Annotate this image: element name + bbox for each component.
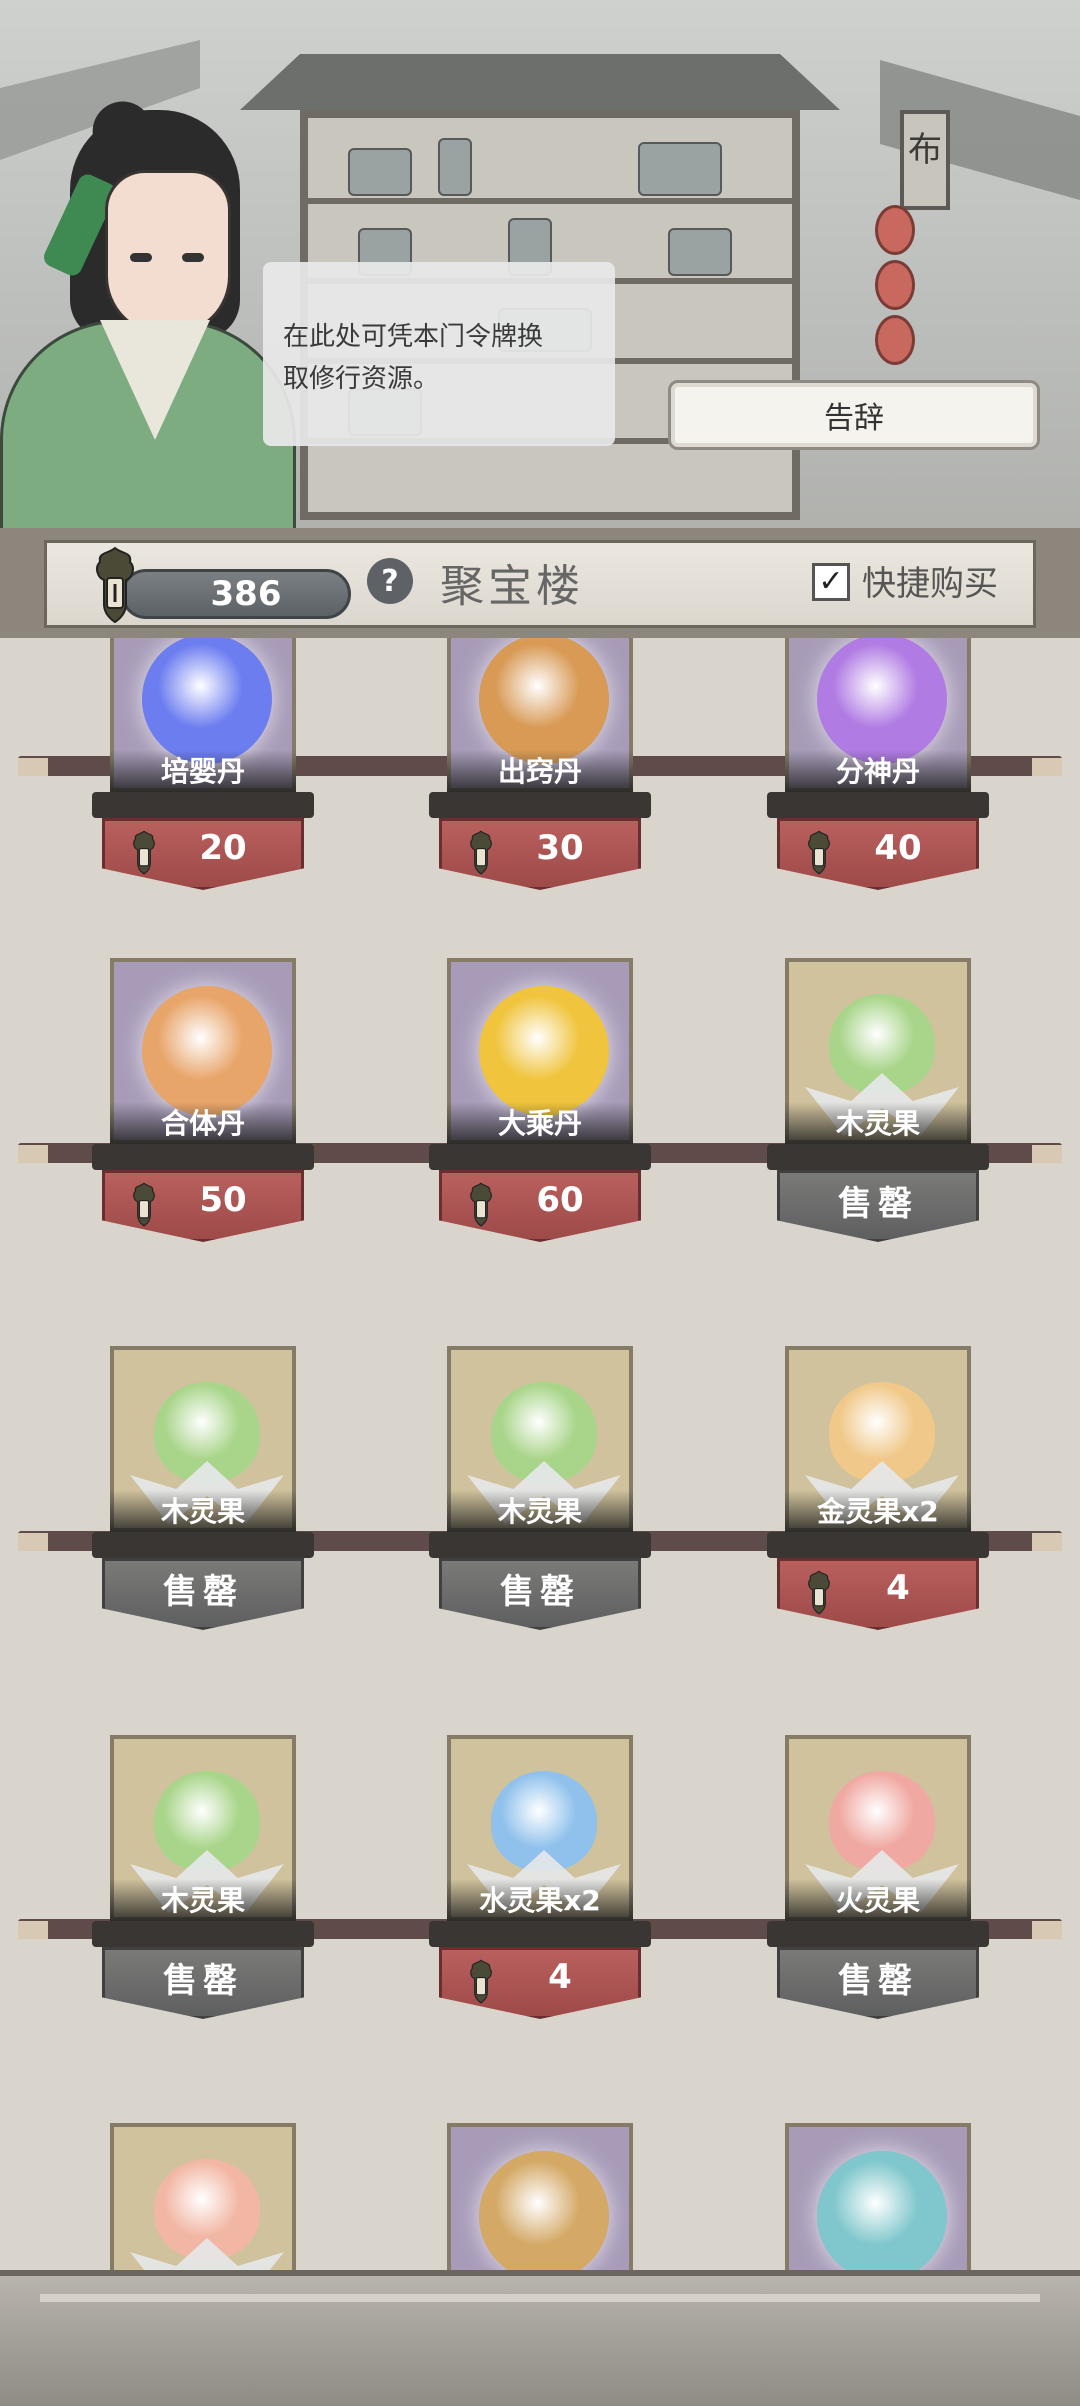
item-name: 木灵果: [110, 1490, 296, 1532]
item-name: 合体丹: [110, 1102, 296, 1144]
item-tray: [92, 1532, 314, 1558]
sold-out-text: 售罄: [838, 1960, 918, 2001]
item-name: 火灵果: [785, 1879, 971, 1921]
price-value: 40: [874, 828, 922, 868]
elixir-pill-icon: [447, 2123, 633, 2270]
quick-buy-checkbox[interactable]: ✓: [812, 563, 850, 601]
shop-item[interactable]: [733, 2123, 1033, 2270]
shop-item[interactable]: 大乘丹 60: [395, 958, 695, 1288]
item-name: 木灵果: [785, 1102, 971, 1144]
shop-item[interactable]: 木灵果 售罄: [58, 1735, 358, 2065]
shelf-end: [1032, 1533, 1062, 1551]
shelf-end: [1032, 1921, 1062, 1939]
shop-item[interactable]: 水灵果x2 4: [395, 1735, 695, 2065]
bottom-frame: [0, 2270, 1080, 2406]
lantern-icon: [875, 315, 915, 365]
sold-out-label: 售罄: [777, 1170, 979, 1242]
dialog-text-line1: 在此处可凭本门令牌换: [283, 322, 544, 352]
item-tray: [92, 792, 314, 818]
item-tray: [429, 1144, 651, 1170]
item-tray: [429, 792, 651, 818]
leave-button[interactable]: 告辞: [668, 380, 1040, 450]
item-name: 金灵果x2: [785, 1490, 971, 1532]
item-tray: [92, 1921, 314, 1947]
item-tray: [92, 1144, 314, 1170]
help-icon[interactable]: ?: [367, 558, 413, 604]
price-value: 20: [199, 828, 247, 868]
shop-item[interactable]: 分神丹 40: [733, 638, 1033, 936]
npc-dialog-bubble: 在此处可凭本门令牌换 取修行资源。: [263, 262, 615, 446]
quick-buy-label: 快捷购买: [862, 564, 998, 604]
shelf-end: [18, 758, 48, 776]
item-tray: [767, 1144, 989, 1170]
token-balance: 386: [121, 569, 351, 619]
sold-out-label: 售罄: [439, 1558, 641, 1630]
price-value: 4: [886, 1568, 910, 1608]
buy-price-button[interactable]: 40: [777, 818, 979, 890]
shop-item[interactable]: 木灵果 售罄: [733, 958, 1033, 1288]
shop-item[interactable]: 合体丹 50: [58, 958, 358, 1288]
shelf-end: [18, 1533, 48, 1551]
shop-item[interactable]: 木灵果 售罄: [395, 1346, 695, 1676]
item-tray: [767, 792, 989, 818]
elixir-pill-icon: [785, 2123, 971, 2270]
shelf-end: [1032, 1145, 1062, 1163]
sect-token-icon: [470, 1182, 492, 1227]
buy-price-button[interactable]: 30: [439, 818, 641, 890]
sect-token-icon: [133, 830, 155, 875]
sold-out-text: 售罄: [500, 1571, 580, 1612]
lantern-icon: [875, 260, 915, 310]
sect-token-icon: [470, 1959, 492, 2004]
shop-item[interactable]: [58, 2123, 358, 2270]
shop-roof: [240, 54, 840, 110]
item-name: 培婴丹: [110, 750, 296, 792]
item-name: 大乘丹: [447, 1102, 633, 1144]
sold-out-label: 售罄: [102, 1947, 304, 2019]
spirit-fruit-icon: [110, 2123, 296, 2270]
lantern-icon: [875, 205, 915, 255]
sect-token-icon: [96, 546, 134, 624]
buy-price-button[interactable]: 20: [102, 818, 304, 890]
buy-price-button[interactable]: 60: [439, 1170, 641, 1242]
dialog-text-line2: 取修行资源。: [283, 364, 440, 394]
item-name: 木灵果: [110, 1879, 296, 1921]
buy-price-button[interactable]: 4: [777, 1558, 979, 1630]
cloth-shop-sign: 布: [900, 110, 950, 210]
item-tray: [429, 1921, 651, 1947]
shelf-end: [18, 1145, 48, 1163]
shelf-end: [18, 1921, 48, 1939]
price-value: 4: [548, 1957, 572, 1997]
item-name: 木灵果: [447, 1490, 633, 1532]
sold-out-label: 售罄: [102, 1558, 304, 1630]
item-name: 水灵果x2: [447, 1879, 633, 1921]
shop-item[interactable]: 金灵果x2 4: [733, 1346, 1033, 1676]
price-value: 30: [536, 828, 584, 868]
shop-item[interactable]: 培婴丹 20: [58, 638, 358, 936]
item-tray: [429, 1532, 651, 1558]
item-name: 分神丹: [785, 750, 971, 792]
sold-out-label: 售罄: [777, 1947, 979, 2019]
sect-token-icon: [470, 830, 492, 875]
item-grid: 培婴丹 20 出窍丹 30 分神丹 40 合体丹 50 大乘丹 60 木灵果 售罄 木灵果 售罄 木灵果 售罄…: [0, 638, 1080, 2270]
sect-token-icon: [133, 1182, 155, 1227]
item-name: 出窍丹: [447, 750, 633, 792]
sold-out-text: 售罄: [163, 1960, 243, 2001]
item-tray: [767, 1532, 989, 1558]
shop-item[interactable]: 出窍丹 30: [395, 638, 695, 936]
price-value: 60: [536, 1180, 584, 1220]
buy-price-button[interactable]: 50: [102, 1170, 304, 1242]
sect-token-icon: [808, 1570, 830, 1615]
shelf-end: [1032, 758, 1062, 776]
shop-title: 聚宝楼: [440, 561, 584, 612]
sect-token-icon: [808, 830, 830, 875]
sold-out-text: 售罄: [838, 1183, 918, 1224]
sold-out-text: 售罄: [163, 1571, 243, 1612]
price-value: 50: [199, 1180, 247, 1220]
shop-item[interactable]: [395, 2123, 695, 2270]
buy-price-button[interactable]: 4: [439, 1947, 641, 2019]
shop-item[interactable]: 木灵果 售罄: [58, 1346, 358, 1676]
item-tray: [767, 1921, 989, 1947]
shop-item[interactable]: 火灵果 售罄: [733, 1735, 1033, 2065]
